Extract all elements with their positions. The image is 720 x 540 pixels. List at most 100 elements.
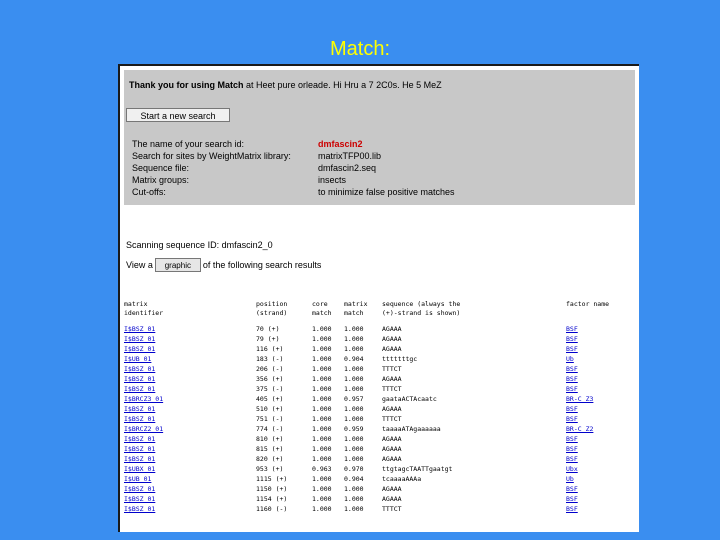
result-cell-core: 0.963 [312,465,332,473]
start-new-search-button[interactable]: Start a new search [126,108,230,122]
results-header-cell: (strand) [256,309,288,317]
matrix-id-link[interactable]: I$BRCZ3_01 [124,394,163,404]
factor-name-link[interactable]: BSF [566,364,578,374]
result-cell-core: 1.000 [312,375,332,383]
result-cell-core: 1.000 [312,505,332,513]
matrix-id-link[interactable]: I$BSZ_01 [124,494,155,504]
factor-name-link[interactable]: BSF [566,434,578,444]
result-cell-pos: 751 (-) [256,415,284,423]
matrix-id-link[interactable]: I$BSZ_01 [124,364,155,374]
result-cell-seq: AGAAA [382,345,402,353]
result-cell-pos: 1160 (-) [256,505,288,513]
scanning-sequence-text: Scanning sequence ID: dmfascin2_0 [126,240,273,250]
table-row: I$BSZ_01 751 (-) 1.000 1.000 TTTCT BSF [124,414,634,424]
table-row: I$BSZ_01 815 (+) 1.000 1.000 AGAAA BSF [124,444,634,454]
table-row: I$BSZ_01 206 (-) 1.000 1.000 TTTCT BSF [124,364,634,374]
factor-name-link[interactable]: BSF [566,444,578,454]
table-row: I$UB_01 1115 (+) 1.000 0.904 tcaaaaAAAa Ub [124,474,634,484]
info-row: Search for sites by WeightMatrix library… [132,150,552,162]
result-cell-core: 1.000 [312,455,332,463]
info-row: Sequence file: dmfascin2.seq [132,162,552,174]
table-row: I$BSZ_01 1150 (+) 1.000 1.000 AGAAA BSF [124,484,634,494]
factor-name-link[interactable]: BSF [566,374,578,384]
info-value: dmfascin2.seq [318,163,377,173]
result-cell-mat: 1.000 [344,445,364,453]
result-cell-seq: ttgtagcTAATTgaatgt [382,465,453,473]
matrix-id-link[interactable]: I$UB_01 [124,474,151,484]
matrix-id-link[interactable]: I$BSZ_01 [124,434,155,444]
matrix-id-link[interactable]: I$BSZ_01 [124,504,155,514]
factor-name-link[interactable]: BSF [566,504,578,514]
factor-name-link[interactable]: BSF [566,454,578,464]
results-header-cell: factor name [566,300,610,308]
result-cell-core: 1.000 [312,325,332,333]
result-cell-mat: 1.000 [344,345,364,353]
matrix-id-link[interactable]: I$BSZ_01 [124,454,155,464]
factor-name-link[interactable]: BSF [566,494,578,504]
factor-name-link[interactable]: BSF [566,324,578,334]
result-cell-seq: AGAAA [382,485,402,493]
matrix-id-link[interactable]: I$BSZ_01 [124,324,155,334]
result-cell-seq: tttttttgc [382,355,418,363]
result-cell-mat: 1.000 [344,365,364,373]
matrix-id-link[interactable]: I$UB_01 [124,354,151,364]
result-cell-seq: AGAAA [382,435,402,443]
result-cell-mat: 1.000 [344,505,364,513]
result-cell-mat: 1.000 [344,485,364,493]
result-cell-mat: 0.904 [344,355,364,363]
result-cell-core: 1.000 [312,445,332,453]
table-row: I$BSZ_01 116 (+) 1.000 1.000 AGAAA BSF [124,344,634,354]
info-row: Cut-offs: to minimize false positive matc… [132,186,552,198]
matrix-id-link[interactable]: I$BSZ_01 [124,374,155,384]
result-cell-pos: 820 (+) [256,455,284,463]
result-cell-pos: 79 (+) [256,335,280,343]
matrix-id-link[interactable]: I$BSZ_01 [124,404,155,414]
table-row: I$UBX_01 953 (+) 0.963 0.970 ttgtagcTAATTgaa… [124,464,634,474]
result-cell-mat: 0.970 [344,465,364,473]
matrix-id-link[interactable]: I$BSZ_01 [124,384,155,394]
graphic-button[interactable]: graphic [154,258,201,272]
slide-title: Match: [329,38,391,60]
factor-name-link[interactable]: BSF [566,334,578,344]
results-header-cell: match [344,309,364,317]
matrix-id-link[interactable]: I$BSZ_01 [124,444,155,454]
result-cell-pos: 1115 (+) [256,475,288,483]
factor-name-link[interactable]: Ubx [566,464,578,474]
factor-name-link[interactable]: BSF [566,414,578,424]
info-row: The name of your search id: dmfascin2 [132,138,552,150]
result-cell-core: 1.000 [312,395,332,403]
table-row: I$UB_01 183 (-) 1.000 0.904 tttttttgc Ub [124,354,634,364]
result-cell-pos: 206 (-) [256,365,284,373]
factor-name-link[interactable]: Ub [566,474,574,484]
results-header-cell: (+)-strand is shown) [382,309,461,317]
matrix-id-link[interactable]: I$UBX_01 [124,464,155,474]
table-row: I$BSZ_01 1154 (+) 1.000 1.000 AGAAA BSF [124,494,634,504]
matrix-id-link[interactable]: I$BSZ_01 [124,334,155,344]
matrix-id-link[interactable]: I$BRCZ2_01 [124,424,163,434]
results-header-cell: position [256,300,288,308]
result-cell-seq: AGAAA [382,325,402,333]
matrix-id-link[interactable]: I$BSZ_01 [124,344,155,354]
factor-name-link[interactable]: BR-C Z2 [566,424,593,434]
matrix-id-link[interactable]: I$BSZ_01 [124,484,155,494]
result-cell-seq: AGAAA [382,405,402,413]
factor-name-link[interactable]: BSF [566,344,578,354]
result-cell-mat: 1.000 [344,325,364,333]
factor-name-link[interactable]: BSF [566,404,578,414]
factor-name-link[interactable]: BSF [566,384,578,394]
info-value: insects [318,175,347,185]
result-cell-mat: 0.904 [344,475,364,483]
info-key: Sequence file: [132,163,190,173]
info-key: Cut-offs: [132,187,166,197]
result-cell-seq: TTTCT [382,415,402,423]
result-cell-mat: 1.000 [344,495,364,503]
factor-name-link[interactable]: Ub [566,354,574,364]
matrix-id-link[interactable]: I$BSZ_01 [124,414,155,424]
result-cell-core: 1.000 [312,475,332,483]
factor-name-link[interactable]: BSF [566,484,578,494]
factor-name-link[interactable]: BR-C Z3 [566,394,593,404]
result-cell-mat: 1.000 [344,415,364,423]
table-row: I$BSZ_01 1160 (-) 1.000 1.000 TTTCT BSF [124,504,634,514]
result-cell-core: 1.000 [312,435,332,443]
table-row: I$BSZ_01 70 (+) 1.000 1.000 AGAAA BSF [124,324,634,334]
